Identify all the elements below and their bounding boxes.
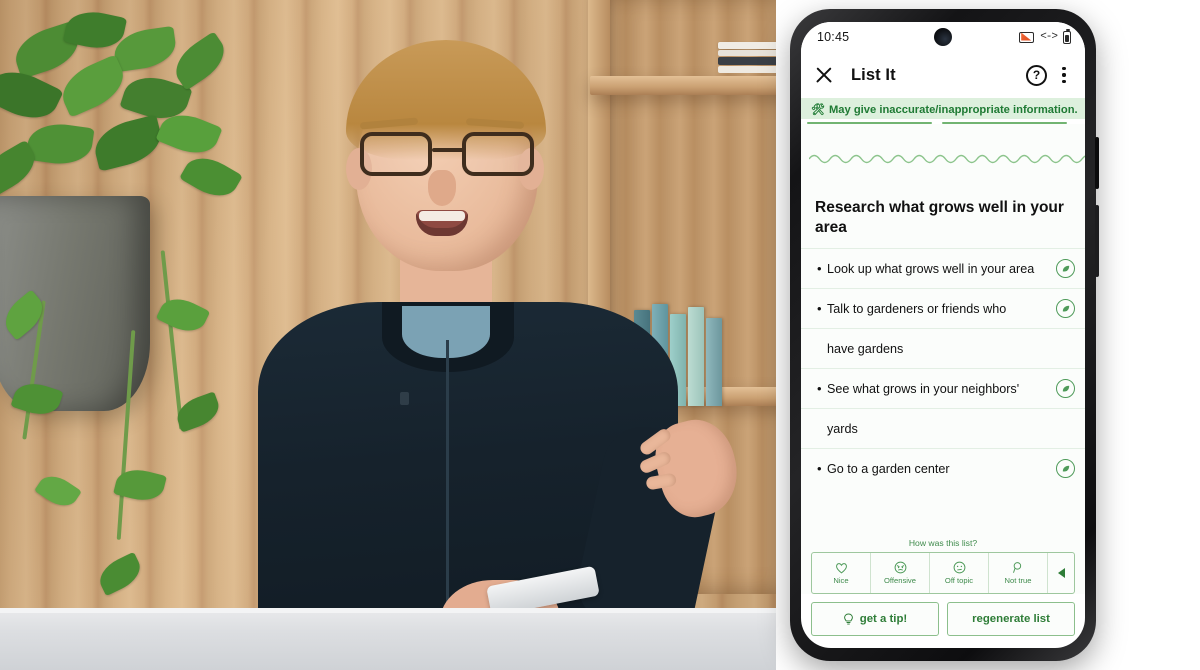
leaf-chip-icon[interactable] [1056,459,1075,479]
list-item-label: Talk to gardeners or friends who [827,301,1007,316]
close-icon[interactable] [813,64,835,86]
regenerate-list-label: regenerate list [972,613,1050,625]
magnifier-icon [1012,562,1021,573]
front-camera-punch-hole [934,28,952,46]
desk-surface [0,608,776,670]
list-item-label: yards [827,421,858,436]
list-content: Research what grows well in your area • … [801,186,1085,532]
screenshot-root: 10:45 <-> List It ? 🛠 May give inaccurat… [0,0,1200,670]
feedback-option-label: Not true [1004,576,1032,585]
heart-icon [835,562,847,573]
list-item-label: See what grows in your neighbors' [827,381,1020,396]
list-item[interactable]: • Talk to gardeners or friends who [801,288,1085,329]
glasses-bridge [432,148,464,152]
code-icon: <-> [1040,31,1058,43]
volume-button[interactable] [1095,205,1099,277]
feedback-options: Nice Offensive Off topic Not true [811,552,1075,594]
leaf-chip-icon[interactable] [1056,259,1075,279]
bullet: • [817,461,822,477]
disclaimer-text: May give inaccurate/inappropriate inform… [828,103,1078,116]
disclaimer-row: 🛠 May give inaccurate/inappropriate info… [811,103,1078,117]
teeth [419,211,465,221]
lapel-microphone [400,392,409,405]
paper-stack [718,42,776,76]
overflow-menu-icon[interactable] [1055,65,1073,86]
list-item-continuation[interactable]: have gardens [801,328,1085,369]
feedback-option-label: Off topic [944,576,974,585]
lens-left [360,132,432,176]
leaf-chip-icon[interactable] [1056,379,1075,399]
status-icons: <-> [1019,28,1071,44]
frowning-face-icon [953,561,965,574]
list-rows: • Look up what grows well in your area •… [801,248,1085,489]
squiggle-area [801,124,1085,186]
get-a-tip-label: get a tip! [859,613,908,625]
list-item[interactable]: • See what grows in your neighbors' [801,368,1085,409]
bullet: • [817,261,822,277]
phone-device-frame: 10:45 <-> List It ? 🛠 May give inaccurat… [790,9,1099,661]
lens-right [462,132,534,176]
lightbulb-icon [843,612,853,625]
app-bar: List It ? [801,52,1085,98]
feedback-option-label: Offensive [884,576,916,585]
get-a-tip-button[interactable]: get a tip! [811,602,939,636]
cast-icon [1019,31,1035,43]
desk-edge [0,608,776,613]
phone-panel: 10:45 <-> List It ? 🛠 May give inaccurat… [776,0,1200,670]
feedback-option-off-topic[interactable]: Off topic [930,553,989,593]
battery-icon [1063,28,1071,44]
angry-face-icon [894,561,906,574]
power-button[interactable] [1095,137,1099,189]
bullet: • [817,301,822,317]
action-buttons: get a tip! regenerate list [801,594,1085,648]
help-icon[interactable]: ? [1026,64,1047,86]
leaf-chip-icon[interactable] [1056,299,1075,319]
potted-plant [0,0,274,620]
feedback-option-label: Nice [833,575,849,585]
feedback-question: How was this list? [908,538,978,548]
disclaimer-banner: 🛠 May give inaccurate/inappropriate info… [801,98,1085,119]
list-item[interactable]: • Go to a garden center [801,448,1085,489]
hammer-and-wrench-icon: 🛠 [811,104,825,116]
feedback-option-offensive[interactable]: Offensive [871,553,930,593]
wavy-divider-icon [809,154,1085,164]
list-item-label: Go to a garden center [827,461,950,476]
presenter [250,20,747,670]
list-heading: Research what grows well in your area [815,199,1064,237]
feedback-option-nice[interactable]: Nice [812,553,871,593]
list-item[interactable]: • Look up what grows well in your area [801,248,1085,289]
feedback-section: How was this list? Nice Offensive Off to… [801,532,1085,594]
list-item-label: have gardens [827,341,904,356]
feedback-option-not-true[interactable]: Not true [989,553,1048,593]
nose [428,170,456,206]
status-time: 10:45 [817,30,850,44]
app-title: List It [851,65,896,84]
status-bar: 10:45 <-> [801,22,1085,52]
list-item-continuation[interactable]: yards [801,408,1085,449]
video-panel [0,0,776,670]
bullet: • [817,381,822,397]
list-item-label: Look up what grows well in your area [827,261,1035,276]
regenerate-list-button[interactable]: regenerate list [947,602,1075,636]
phone-screen: 10:45 <-> List It ? 🛠 May give inaccurat… [801,22,1085,648]
feedback-collapse-arrow-icon[interactable] [1048,553,1074,593]
